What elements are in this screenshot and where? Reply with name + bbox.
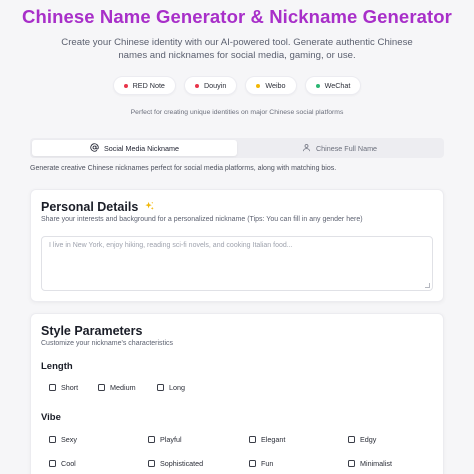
at-icon: [90, 142, 99, 154]
platform-chip-red-note: RED Note: [112, 76, 176, 95]
user-icon: [302, 143, 311, 154]
checkbox[interactable]: [49, 436, 56, 443]
tab-label: Social Media Nickname: [103, 143, 180, 153]
page-subtitle: Create your Chinese identity with our AI…: [61, 37, 413, 61]
vibe-option-cool[interactable]: Cool: [49, 459, 76, 468]
length-option-long[interactable]: Long: [157, 383, 185, 392]
platform-label: Douyin: [203, 81, 227, 90]
option-label: Cool: [61, 459, 76, 468]
checkbox[interactable]: [49, 460, 56, 467]
checkbox[interactable]: [148, 436, 155, 443]
option-label: Elegant: [261, 435, 286, 444]
sparkles-icon: [144, 201, 155, 215]
vibe-option-edgy[interactable]: Edgy: [348, 435, 376, 444]
option-label: Sophisticated: [160, 459, 204, 468]
yellow-dot-icon: [256, 83, 261, 88]
option-label: Short: [61, 383, 79, 392]
resize-handle-icon[interactable]: [425, 283, 430, 288]
personal-details-subtitle: Share your interests and background for …: [41, 216, 363, 223]
personal-details-title: Personal Details: [41, 200, 139, 214]
vibe-option-minimalist[interactable]: Minimalist: [348, 459, 392, 468]
length-option-medium[interactable]: Medium: [98, 383, 136, 392]
personal-details-heading: Personal Details: [41, 200, 155, 215]
platform-chip-douyin: Douyin: [183, 76, 238, 95]
checkbox[interactable]: [249, 460, 256, 467]
tab-label: Chinese Full Name: [315, 143, 378, 153]
textarea-placeholder: I live in New York, enjoy hiking, readin…: [49, 242, 293, 249]
mode-tabs: Social Media Nickname Chinese Full Name: [30, 138, 444, 158]
vibe-label: Vibe: [41, 412, 61, 423]
checkbox[interactable]: [49, 384, 56, 391]
platform-label: WeChat: [324, 81, 351, 90]
green-dot-icon: [315, 83, 320, 88]
option-label: Edgy: [360, 435, 377, 444]
platform-chip-weibo: Weibo: [245, 76, 297, 95]
checkbox[interactable]: [249, 436, 256, 443]
checkbox[interactable]: [98, 384, 105, 391]
option-label: Medium: [110, 383, 136, 392]
style-parameters-title: Style Parameters: [41, 324, 143, 338]
option-label: Long: [169, 383, 185, 392]
option-label: Playful: [160, 435, 182, 444]
length-label: Length: [41, 361, 73, 372]
checkbox[interactable]: [157, 384, 164, 391]
tab-social-media-nickname[interactable]: Social Media Nickname: [32, 140, 237, 156]
platform-chip-wechat: WeChat: [304, 76, 362, 95]
checkbox[interactable]: [148, 460, 155, 467]
option-label: Sexy: [61, 435, 77, 444]
checkbox[interactable]: [348, 460, 355, 467]
red-dot-icon: [123, 83, 128, 88]
vibe-option-elegant[interactable]: Elegant: [249, 435, 285, 444]
tab-description: Generate creative Chinese nicknames perf…: [30, 165, 337, 172]
vibe-option-playful[interactable]: Playful: [148, 435, 182, 444]
option-label: Fun: [261, 459, 274, 468]
checkbox[interactable]: [348, 436, 355, 443]
vibe-option-fun[interactable]: Fun: [249, 459, 273, 468]
red-dot-icon: [194, 83, 199, 88]
vibe-option-sexy[interactable]: Sexy: [49, 435, 77, 444]
personal-details-card: Personal Details Share your interests an…: [30, 189, 444, 302]
personal-details-textarea[interactable]: I live in New York, enjoy hiking, readin…: [41, 236, 433, 291]
tab-chinese-full-name[interactable]: Chinese Full Name: [237, 140, 442, 156]
style-parameters-card: Style Parameters Customize your nickname…: [30, 313, 444, 474]
platform-label: RED Note: [132, 81, 165, 90]
platform-chips: RED Note Douyin Weibo WeChat: [0, 76, 474, 95]
platform-label: Weibo: [265, 81, 286, 90]
length-option-short[interactable]: Short: [49, 383, 78, 392]
page-title: Chinese Name Generator & Nickname Genera…: [22, 6, 452, 27]
tagline: Perfect for creating unique identities o…: [130, 109, 344, 116]
vibe-option-sophisticated[interactable]: Sophisticated: [148, 459, 203, 468]
style-parameters-subtitle: Customize your nickname's characteristic…: [41, 340, 174, 347]
option-label: Minimalist: [360, 459, 392, 468]
